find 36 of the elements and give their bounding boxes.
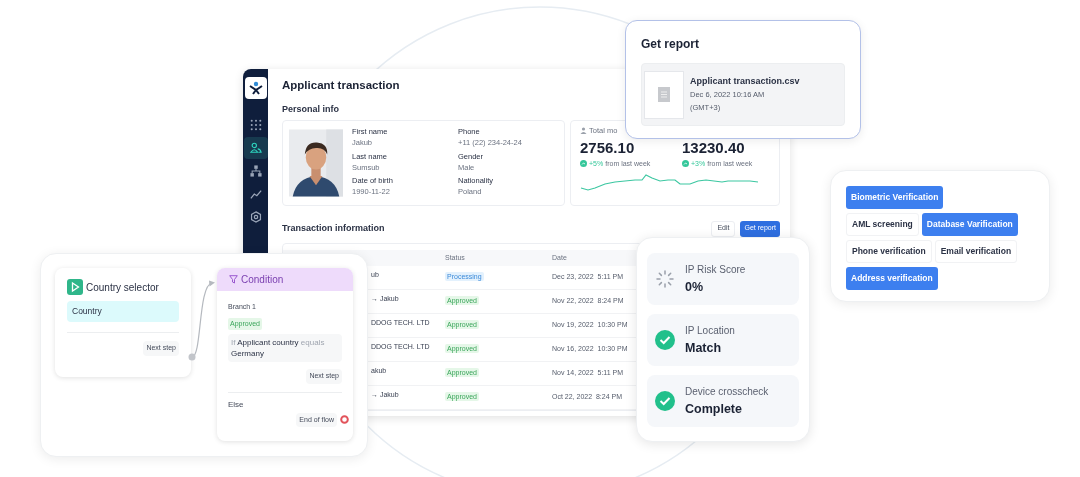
verification-chip[interactable]: Database Varification (921, 213, 1018, 236)
document-icon (658, 87, 670, 102)
stat-value: 2756.10 (580, 139, 636, 156)
else-label: Else (228, 398, 245, 411)
node-field: Country (67, 301, 179, 322)
node-title: Country selector (86, 280, 159, 295)
section-heading: Personal info (282, 104, 339, 115)
filter-icon (229, 275, 238, 284)
card-title: Get report (641, 37, 700, 52)
verification-chip[interactable]: Address verification (846, 267, 938, 290)
check-value: Match (685, 340, 723, 356)
people-icon[interactable] (249, 142, 262, 154)
check-label: Device crosscheck (685, 385, 769, 398)
trend-up-icon (580, 160, 587, 167)
page-title: Applicant transaction (282, 78, 400, 92)
verification-chip[interactable]: AML screening (846, 213, 919, 236)
verification-chip[interactable]: Email verification (934, 240, 1018, 263)
settings-icon[interactable] (249, 211, 262, 223)
check-label: IP Location (685, 324, 735, 337)
trend-up-icon (682, 160, 689, 167)
check-value: Complete (685, 401, 743, 417)
play-icon (67, 279, 83, 295)
node-title: Condition (241, 273, 284, 287)
verification-chip[interactable]: Biometric Verification (846, 186, 944, 209)
end-icon (340, 415, 349, 425)
person-icon (580, 127, 587, 134)
check-value: 0% (685, 279, 705, 295)
file-name: Applicant transaction.csv (690, 74, 800, 87)
trend-icon[interactable] (249, 188, 262, 200)
grid-icon[interactable] (249, 119, 262, 131)
logo-icon[interactable] (244, 77, 267, 99)
check-label: IP Risk Score (685, 263, 746, 276)
section-heading: Transaction information (282, 221, 386, 235)
stat-value: 13230.40 (682, 139, 746, 156)
hierarchy-icon[interactable] (249, 165, 262, 177)
verification-chip[interactable]: Phone verification (846, 240, 932, 263)
